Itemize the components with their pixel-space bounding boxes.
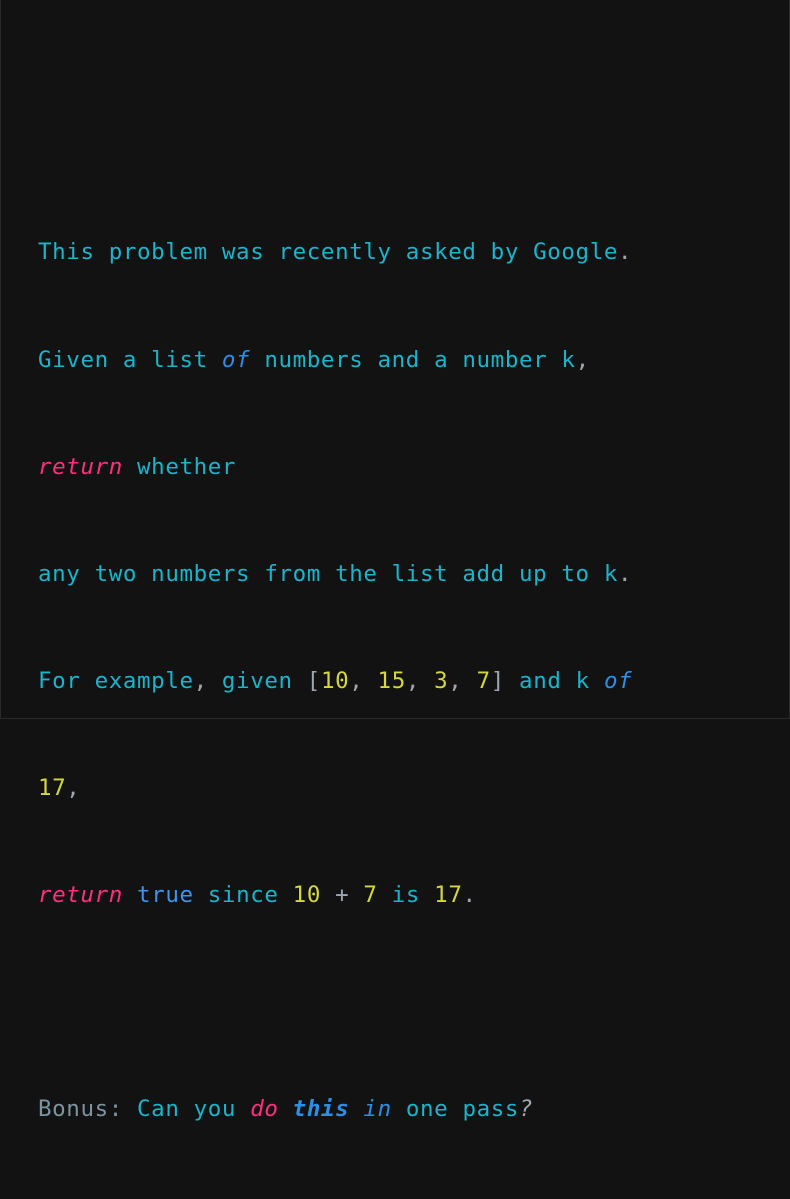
keyword-in: in bbox=[363, 1096, 392, 1123]
keyword-do: do bbox=[250, 1096, 279, 1123]
keyword-return: return bbox=[38, 453, 123, 480]
label-bonus: Bonus: bbox=[38, 1096, 123, 1123]
punctuation: . bbox=[618, 239, 633, 266]
code-line-1: This problem was recently asked by Googl… bbox=[38, 235, 758, 271]
code-text: one pass bbox=[391, 1096, 520, 1123]
keyword-this: this bbox=[292, 1096, 350, 1123]
number-literal: 7 bbox=[476, 667, 491, 694]
code-text: whether bbox=[122, 453, 237, 480]
code-text: since bbox=[193, 881, 293, 908]
keyword-of: of bbox=[603, 667, 633, 694]
code-text: given bbox=[207, 667, 307, 694]
punctuation: , bbox=[66, 774, 81, 801]
number-literal: 17 bbox=[38, 774, 67, 801]
code-text: For example bbox=[38, 667, 194, 694]
punctuation: , bbox=[575, 346, 590, 373]
punctuation: , bbox=[193, 667, 208, 694]
punctuation: , bbox=[448, 667, 477, 694]
punctuation: , bbox=[349, 667, 378, 694]
code-text: numbers and a number k bbox=[250, 346, 576, 373]
operator-plus: + bbox=[320, 881, 364, 908]
number-literal: 17 bbox=[434, 881, 463, 908]
number-literal: 15 bbox=[377, 667, 406, 694]
code-line-5: For example, given [10, 15, 3, 7] and k … bbox=[38, 664, 758, 700]
code-text: any two numbers from the list add up to … bbox=[38, 560, 618, 587]
keyword-of: of bbox=[221, 346, 251, 373]
bracket: ] bbox=[490, 667, 505, 694]
code-line-9: Bonus: Can you do this in one pass? bbox=[38, 1092, 758, 1128]
code-line-4: any two numbers from the list add up to … bbox=[38, 557, 758, 593]
number-literal: 7 bbox=[363, 881, 378, 908]
code-line-8-blank bbox=[38, 985, 758, 1021]
number-literal: 10 bbox=[292, 881, 321, 908]
code-line-7: return true since 10 + 7 is 17. bbox=[38, 878, 758, 914]
punctuation: . bbox=[618, 560, 633, 587]
code-line-2: Given a list of numbers and a number k, bbox=[38, 343, 758, 379]
number-literal: 3 bbox=[434, 667, 449, 694]
code-line-3: return whether bbox=[38, 450, 758, 486]
code-line-6: 17, bbox=[38, 771, 758, 807]
editor-frame: This problem was recently asked by Googl… bbox=[0, 0, 790, 1122]
keyword-return: return bbox=[38, 881, 123, 908]
punctuation: , bbox=[405, 667, 435, 694]
punctuation-question: ? bbox=[519, 1096, 534, 1123]
bracket: [ bbox=[306, 667, 321, 694]
punctuation: . bbox=[462, 881, 477, 908]
code-text: is bbox=[377, 881, 435, 908]
code-text: and k bbox=[504, 667, 604, 694]
number-literal: 10 bbox=[320, 667, 350, 694]
keyword-true: true bbox=[137, 881, 194, 908]
code-text: Can you bbox=[122, 1096, 251, 1123]
code-block: This problem was recently asked by Googl… bbox=[38, 164, 758, 1199]
code-text: Given a list bbox=[38, 346, 222, 373]
code-text: This problem was recently asked by Googl… bbox=[38, 239, 618, 266]
